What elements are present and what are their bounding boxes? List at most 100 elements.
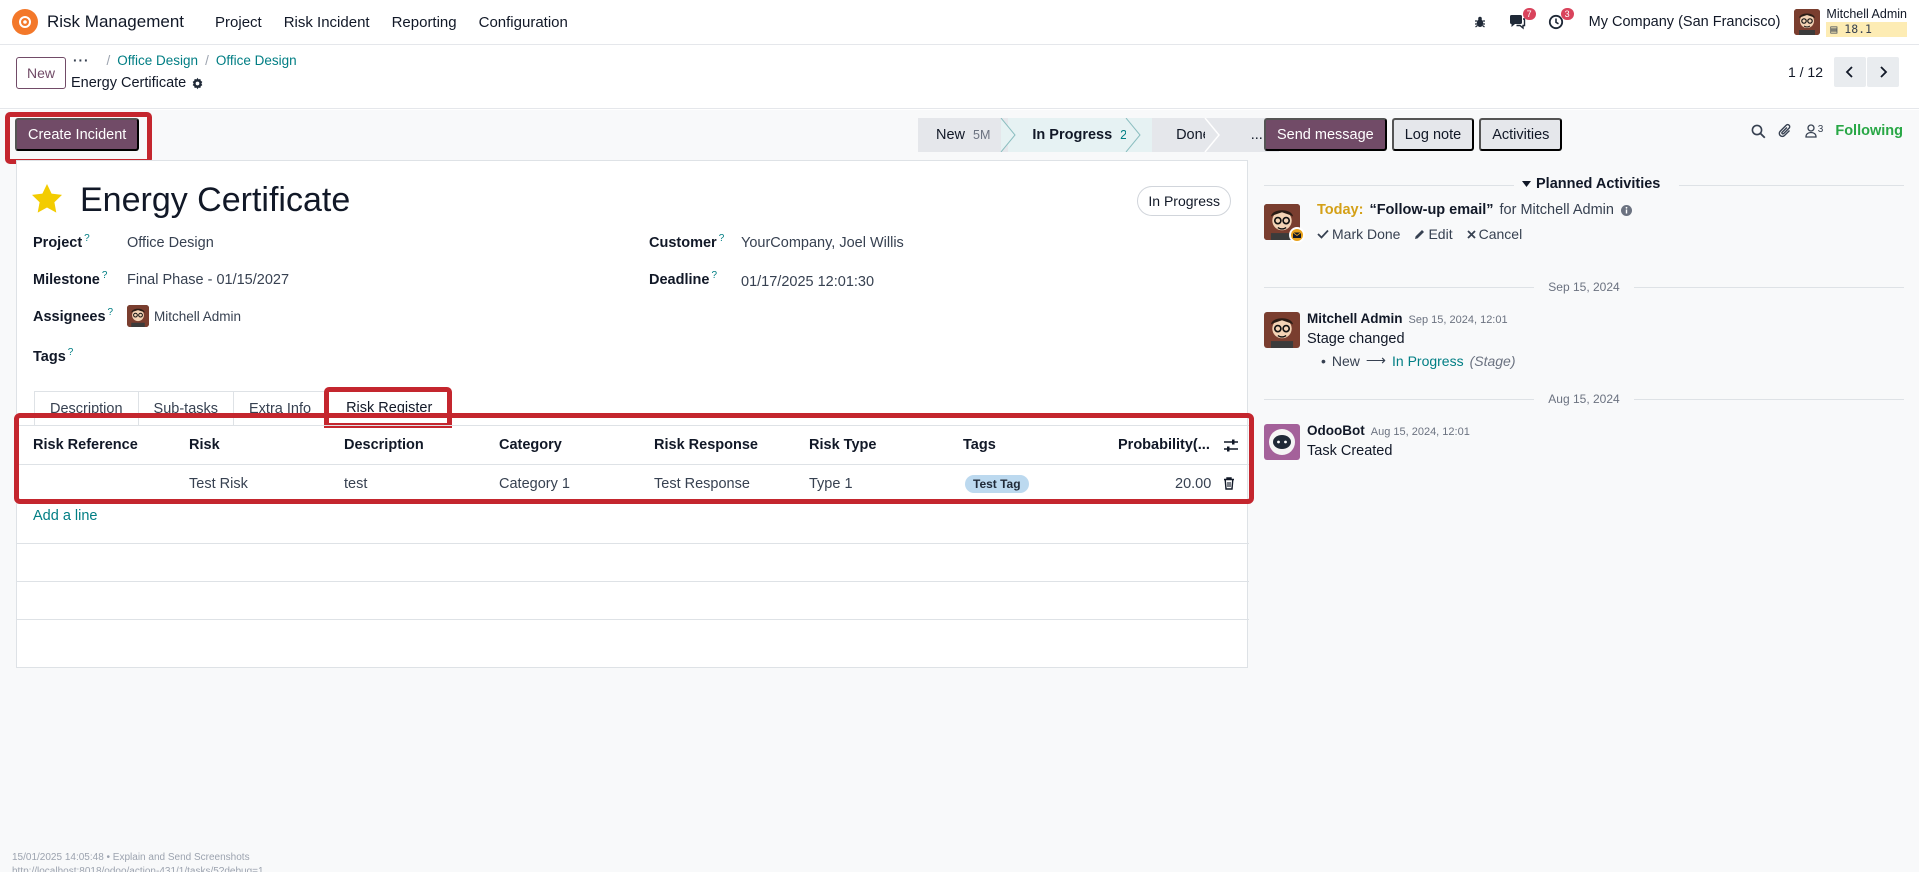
date-separator: Sep 15, 2024 [1264,280,1904,294]
top-navbar: Risk Management Project Risk Incident Re… [0,0,1919,45]
planned-activities-label: Planned Activities [1518,176,1665,192]
pager-value[interactable]: 1 / 12 [1788,64,1823,80]
message-author-avatar[interactable] [1264,312,1300,348]
deadline-label: Deadline? [649,270,717,288]
milestone-label: Milestone? [33,270,107,288]
stage-done[interactable]: Done [1152,118,1235,152]
activity-summary: “Follow-up email” [1369,202,1494,218]
user-avatar [1794,9,1821,35]
record-pager: 1 / 12 [1788,57,1899,87]
app-name[interactable]: Risk Management [47,12,184,32]
help-icon[interactable]: ? [84,233,90,244]
message-date: Aug 15, 2024, 12:01 [1370,426,1470,438]
user-menu[interactable]: Mitchell Admin ▤ 18.1 [1794,7,1907,37]
debug-bug-icon[interactable] [1465,7,1495,37]
assignee-tag[interactable]: Mitchell Admin [127,305,241,327]
customer-label-text: Customer [649,234,717,251]
help-icon[interactable]: ? [711,270,717,281]
activities-count-badge: 3 [1560,8,1574,20]
milestone-value[interactable]: Final Phase - 01/15/2027 [127,272,289,288]
odoobot-avatar[interactable] [1264,424,1300,460]
deadline-label-text: Deadline [649,271,710,288]
assignees-label-text: Assignees [33,308,106,325]
help-icon[interactable]: ? [102,270,108,281]
activities-clock-icon[interactable]: 3 [1541,7,1574,37]
app-logo-icon[interactable] [12,9,38,35]
deadline-value[interactable]: 01/17/2025 12:01:30 [741,274,874,290]
chevron-left-icon [1845,66,1853,78]
task-status-badge[interactable]: In Progress [1137,186,1231,216]
help-icon[interactable]: ? [719,233,725,244]
breadcrumb-separator: / [205,53,209,68]
pager-next-button[interactable] [1867,57,1899,87]
message-author[interactable]: OdooBot [1307,423,1365,438]
stage-duration: 5M [973,128,991,142]
chatter-topbar: Send message Log note Activities [1264,118,1563,151]
message-author[interactable]: Mitchell Admin [1307,311,1403,326]
help-icon[interactable]: ? [108,307,114,318]
record-title-text: Energy Certificate [71,75,187,91]
stage-in-progress[interactable]: In Progress 2h [1008,118,1153,152]
stage-label: ... [1250,127,1263,143]
add-line-link[interactable]: Add a line [33,508,98,524]
database-version: 18.1 [1844,22,1872,36]
assignee-name: Mitchell Admin [154,308,242,324]
priority-star-icon[interactable] [31,183,63,214]
user-name: Mitchell Admin [1826,7,1907,21]
help-icon[interactable]: ? [68,347,74,358]
company-switcher[interactable]: My Company (San Francisco) [1589,14,1781,30]
log-note-button[interactable]: Log note [1391,118,1475,151]
user-icon [1805,124,1817,138]
highlight-create-incident [5,112,152,164]
edit-activity-button[interactable]: Edit [1414,226,1453,242]
messages-count-badge: 7 [1522,8,1536,20]
milestone-label-text: Milestone [33,271,100,288]
messages-icon[interactable]: 7 [1503,7,1536,37]
project-label: Project? [33,233,90,251]
bullet-icon: • [1321,352,1326,369]
check-icon [1317,229,1329,239]
pager-previous-button[interactable] [1834,57,1866,87]
tracking-old-value: New [1331,352,1360,369]
breadcrumb-more-icon[interactable]: ··· [73,53,90,68]
date-separator: Aug 15, 2024 [1264,392,1904,406]
task-title[interactable]: Energy Certificate [80,181,350,220]
new-record-button[interactable]: New [16,57,67,89]
edit-label: Edit [1428,226,1453,242]
tracking-new-value: In Progress [1392,352,1464,369]
control-panel: New ··· / Office Design / Office Design … [0,45,1919,109]
chevron-right-icon [1880,66,1888,78]
breadcrumb-item-project[interactable]: Office Design [117,53,198,68]
followers-count: 3 [1817,124,1824,135]
highlight-risk-table [14,413,1254,504]
menu-configuration[interactable]: Configuration [468,14,579,31]
assignees-label: Assignees? [33,307,113,325]
following-button[interactable]: Following [1835,123,1903,139]
tags-label-text: Tags [33,348,66,365]
info-icon[interactable] [1620,204,1633,217]
message-body: Stage changed [1307,331,1405,347]
mark-done-button[interactable]: Mark Done [1317,226,1400,242]
cancel-activity-button[interactable]: Cancel [1466,226,1522,242]
activity-actions: Mark Done Edit Cancel [1317,226,1522,242]
stage-label: New [936,127,966,143]
activities-button[interactable]: Activities [1479,118,1563,151]
activity-assignee: for Mitchell Admin [1499,202,1614,218]
search-icon[interactable] [1751,124,1766,139]
menu-reporting[interactable]: Reporting [381,14,468,31]
paperclip-icon[interactable] [1778,123,1793,139]
menu-risk-incident[interactable]: Risk Incident [273,14,381,31]
send-message-button[interactable]: Send message [1264,118,1387,151]
stage-new[interactable]: New 5M [918,118,1009,152]
customer-value[interactable]: YourCompany, Joel Willis [741,235,904,251]
breadcrumb-item-tasks[interactable]: Office Design [216,53,297,68]
gear-icon[interactable] [191,77,204,90]
followers-button[interactable]: 3 [1805,124,1824,138]
menu-project[interactable]: Project [204,14,273,31]
tracking-field-name: (Stage) [1469,352,1516,369]
planned-activities-header[interactable]: Planned Activities [1264,176,1904,192]
record-breadcrumb-title: Energy Certificate [71,75,204,91]
divider [1264,185,1514,186]
planned-activities-text: Planned Activities [1536,176,1661,192]
project-value[interactable]: Office Design [127,235,214,251]
